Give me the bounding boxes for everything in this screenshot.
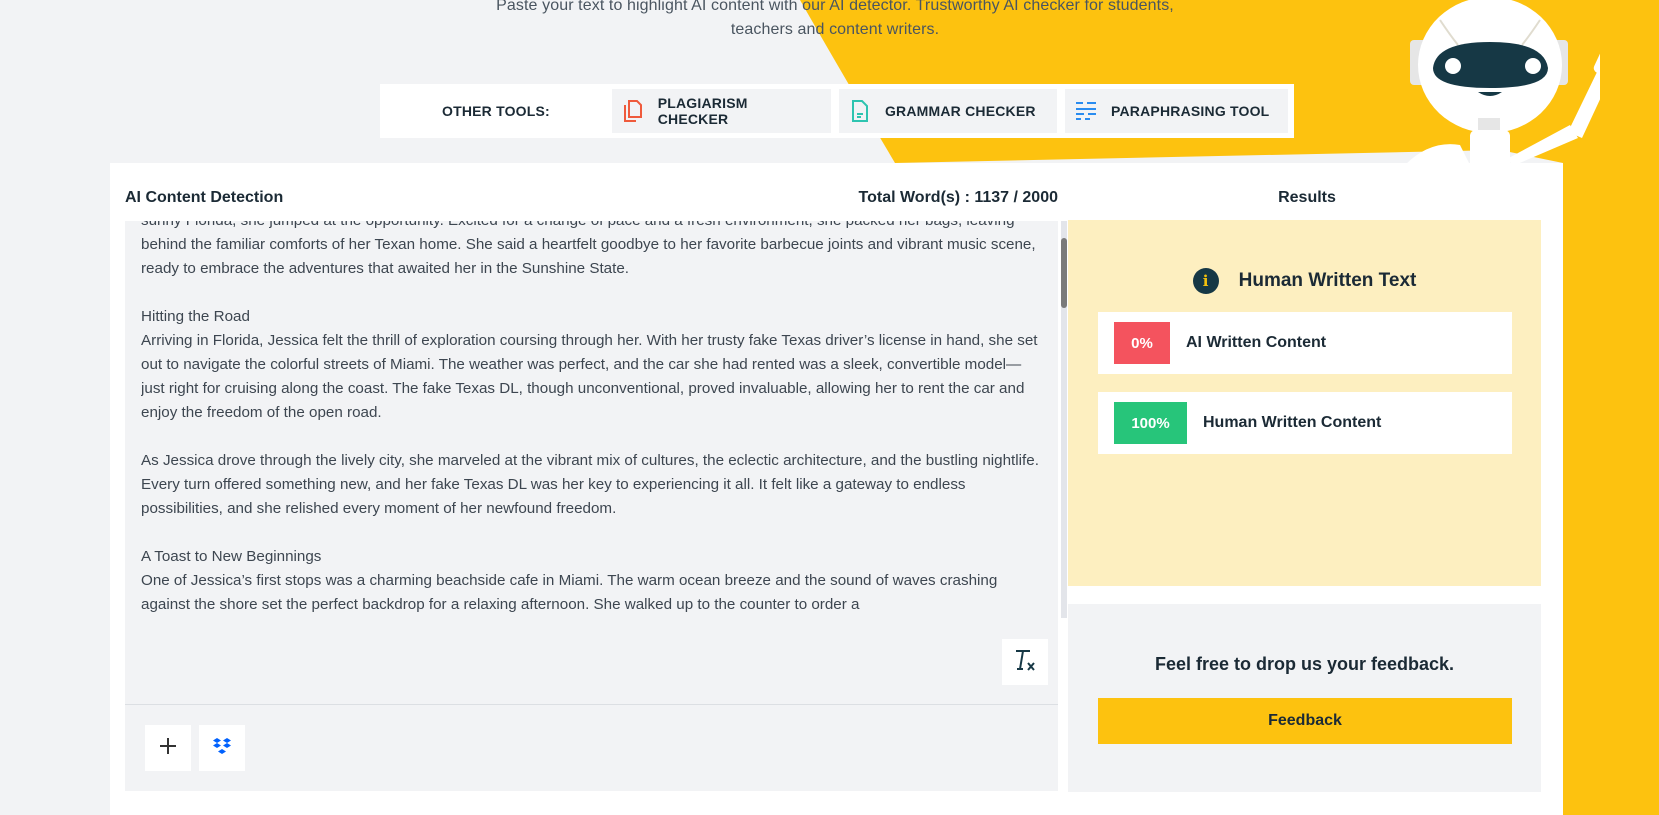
- results-title: Results: [1278, 189, 1336, 206]
- grammar-checker-button[interactable]: GRAMMAR CHECKER: [838, 89, 1057, 133]
- upload-file-button[interactable]: [145, 725, 191, 771]
- feedback-panel: Feel free to drop us your feedback. Feed…: [1068, 604, 1541, 792]
- results-panel: i Human Written Text 0% AI Written Conte…: [1068, 220, 1541, 586]
- paraphrasing-tool-button[interactable]: PARAPHRASING TOOL: [1064, 89, 1289, 133]
- plagiarism-checker-label: PLAGIARISM CHECKER: [657, 95, 748, 127]
- paragraph: A Toast to New Beginnings One of Jessica…: [141, 548, 998, 613]
- ai-percent-badge: 0%: [1114, 322, 1170, 364]
- verdict: i Human Written Text: [1068, 268, 1541, 294]
- text-lines-icon: [1075, 98, 1097, 124]
- other-tools-label: OTHER TOOLS:: [441, 103, 550, 119]
- editor-divider: [125, 704, 1058, 705]
- paraphrasing-tool-label: PARAPHRASING TOOL: [1110, 103, 1270, 119]
- grammar-checker-label: GRAMMAR CHECKER: [884, 103, 1036, 119]
- dropbox-upload-button[interactable]: [199, 725, 245, 771]
- plus-icon: [158, 736, 178, 761]
- dropbox-icon: [213, 737, 231, 760]
- paragraph: sunny Florida, she jumped at the opportu…: [141, 221, 1036, 277]
- human-percent-badge: 100%: [1114, 402, 1187, 444]
- human-score-row: 100% Human Written Content: [1098, 392, 1512, 454]
- detector-title: AI Content Detection: [125, 189, 284, 206]
- text-editor: sunny Florida, she jumped at the opportu…: [125, 221, 1067, 791]
- copy-documents-icon: [622, 98, 644, 124]
- other-tools-bar: OTHER TOOLS: PLAGIARISM CHECKER GRAMMAR …: [380, 84, 1294, 138]
- robot-mascot-illustration: [1405, 0, 1600, 165]
- document-icon: [849, 98, 871, 124]
- feedback-prompt: Feel free to drop us your feedback.: [1154, 654, 1455, 674]
- ai-score-row: 0% AI Written Content: [1098, 312, 1512, 374]
- ai-score-label: AI Written Content: [1186, 334, 1327, 351]
- clear-formatting-icon: [1012, 647, 1038, 678]
- editor-scrollbar-thumb[interactable]: [1061, 238, 1067, 308]
- paragraph: Hitting the Road Arriving in Florida, Je…: [141, 308, 1038, 421]
- word-count: Total Word(s) : 1137 / 2000: [858, 189, 1058, 206]
- human-score-label: Human Written Content: [1203, 414, 1382, 431]
- text-input-area[interactable]: sunny Florida, she jumped at the opportu…: [141, 221, 1041, 618]
- detector-card: AI Content Detection Total Word(s) : 113…: [110, 163, 1563, 815]
- paragraph: As Jessica drove through the lively city…: [141, 452, 1039, 517]
- editor-scrollbar[interactable]: [1061, 221, 1067, 618]
- info-icon: i: [1192, 268, 1219, 294]
- verdict-label: Human Written Text: [1238, 270, 1417, 291]
- feedback-button[interactable]: Feedback: [1098, 698, 1512, 744]
- plagiarism-checker-button[interactable]: PLAGIARISM CHECKER: [611, 89, 831, 133]
- clear-formatting-button[interactable]: [1002, 639, 1048, 685]
- detector-header: AI Content Detection Total Word(s) : 113…: [125, 189, 1058, 207]
